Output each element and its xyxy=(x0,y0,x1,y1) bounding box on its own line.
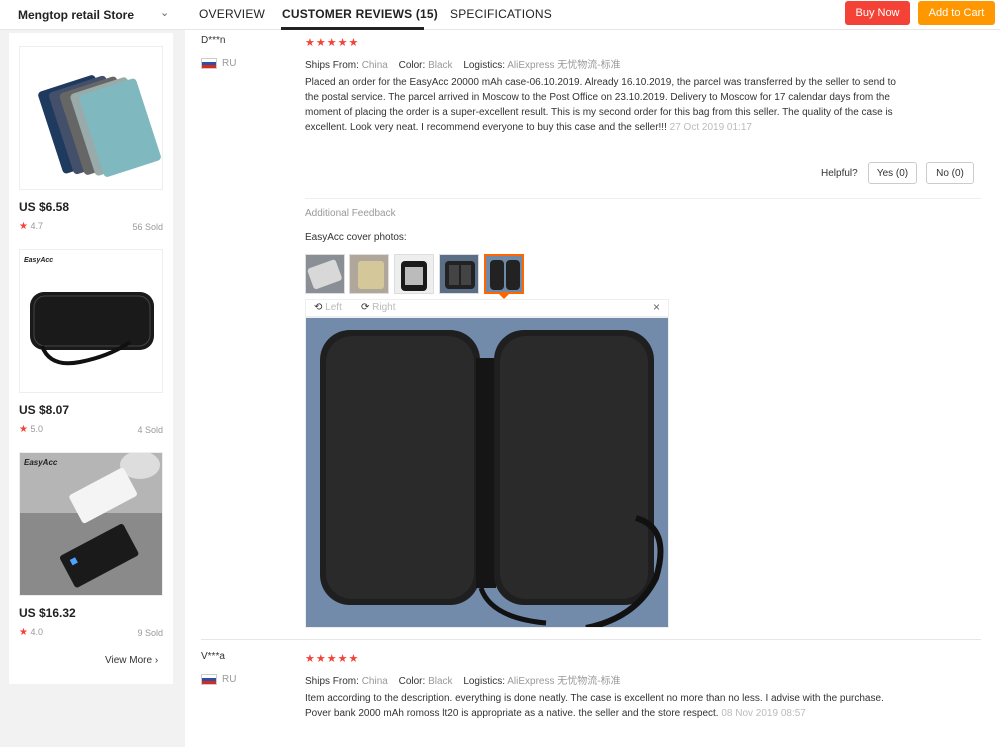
additional-feedback-label: Additional Feedback xyxy=(305,208,396,219)
star-icon: ★ xyxy=(19,424,28,435)
review-photo-thumbnail[interactable] xyxy=(305,254,345,294)
product-image[interactable] xyxy=(19,46,163,190)
star-icon: ★ xyxy=(19,627,28,638)
product-sold-count: 9 Sold xyxy=(137,628,163,638)
product-image[interactable]: EasyAcc xyxy=(19,452,163,596)
review-photo-thumbnail-selected[interactable] xyxy=(484,254,524,294)
product-price: US $6.58 xyxy=(19,200,70,214)
russia-flag-icon xyxy=(201,674,217,685)
easyacc-logo: EasyAcc xyxy=(24,257,53,264)
product-price: US $8.07 xyxy=(19,403,70,417)
photo-viewer-toolbar: ⟲ Left ⟳ Right × xyxy=(305,299,669,317)
review-text: Placed an order for the EasyAcc 20000 mA… xyxy=(305,77,896,133)
russia-flag-icon xyxy=(201,58,217,69)
product-price: US $16.32 xyxy=(19,606,76,620)
chevron-down-icon[interactable]: ⌄ xyxy=(160,6,169,19)
review-date: 27 Oct 2019 01:17 xyxy=(669,122,752,133)
product-image[interactable]: EasyAcc xyxy=(19,249,163,393)
review-author: D***n xyxy=(201,35,226,46)
product-sold-count: 56 Sold xyxy=(132,222,163,232)
tab-overview[interactable]: OVERVIEW xyxy=(199,7,265,21)
review-date: 08 Nov 2019 08:57 xyxy=(721,708,806,719)
review-country: RU xyxy=(222,58,237,69)
recommended-products-sidebar: US $6.58 ★ 4.7 56 Sold EasyAcc US $8.07 … xyxy=(9,33,173,684)
review-photo-thumbnail[interactable] xyxy=(439,254,479,294)
tab-customer-reviews[interactable]: CUSTOMER REVIEWS (15) xyxy=(282,7,438,21)
store-name[interactable]: Mengtop retail Store xyxy=(18,8,134,22)
star-icon: ★ xyxy=(19,221,28,232)
review-country: RU xyxy=(222,674,237,685)
rotate-right-icon: ⟳ xyxy=(361,302,370,313)
easyacc-logo: EasyAcc xyxy=(24,458,58,467)
buy-now-button[interactable]: Buy Now xyxy=(845,1,910,25)
star-rating: ★★★★★ xyxy=(305,37,360,49)
star-rating: ★★★★★ xyxy=(305,653,360,665)
product-rating: ★ 4.0 xyxy=(19,627,43,638)
rotate-left-control[interactable]: ⟲ Left xyxy=(314,302,342,313)
chevron-right-icon: › xyxy=(154,655,159,666)
view-more-link[interactable]: View More › xyxy=(105,655,158,666)
reviews-panel: D***n RU ★★★★★ Ships From: China Color: … xyxy=(185,30,1000,747)
product-rating: ★ 4.7 xyxy=(19,221,43,232)
top-navigation-bar: Mengtop retail Store ⌄ OVERVIEW CUSTOMER… xyxy=(0,0,1000,30)
add-to-cart-button[interactable]: Add to Cart xyxy=(918,1,995,25)
rotate-right-control[interactable]: ⟳ Right xyxy=(361,302,396,313)
tab-specifications[interactable]: SPECIFICATIONS xyxy=(450,7,552,21)
additional-feedback-text: EasyAcc cover photos: xyxy=(305,232,407,243)
review-photo-large[interactable] xyxy=(305,317,669,628)
review-divider xyxy=(201,639,981,640)
product-rating: ★ 5.0 xyxy=(19,424,43,435)
product-sold-count: 4 Sold xyxy=(137,425,163,435)
helpful-label: Helpful? xyxy=(821,168,858,179)
review-author: V***a xyxy=(201,651,225,662)
review-photo-thumbnail[interactable] xyxy=(349,254,389,294)
review-meta: Ships From: China Color: Black Logistics… xyxy=(305,60,621,71)
review-photo-thumbnail[interactable] xyxy=(394,254,434,294)
close-icon[interactable]: × xyxy=(653,300,660,314)
rotate-left-icon: ⟲ xyxy=(314,302,323,313)
helpful-no-button[interactable]: No (0) xyxy=(926,162,974,184)
helpful-yes-button[interactable]: Yes (0) xyxy=(868,162,917,184)
review-meta: Ships From: China Color: Black Logistics… xyxy=(305,676,621,687)
divider xyxy=(305,198,981,199)
review-text: Item according to the description. every… xyxy=(305,693,884,719)
